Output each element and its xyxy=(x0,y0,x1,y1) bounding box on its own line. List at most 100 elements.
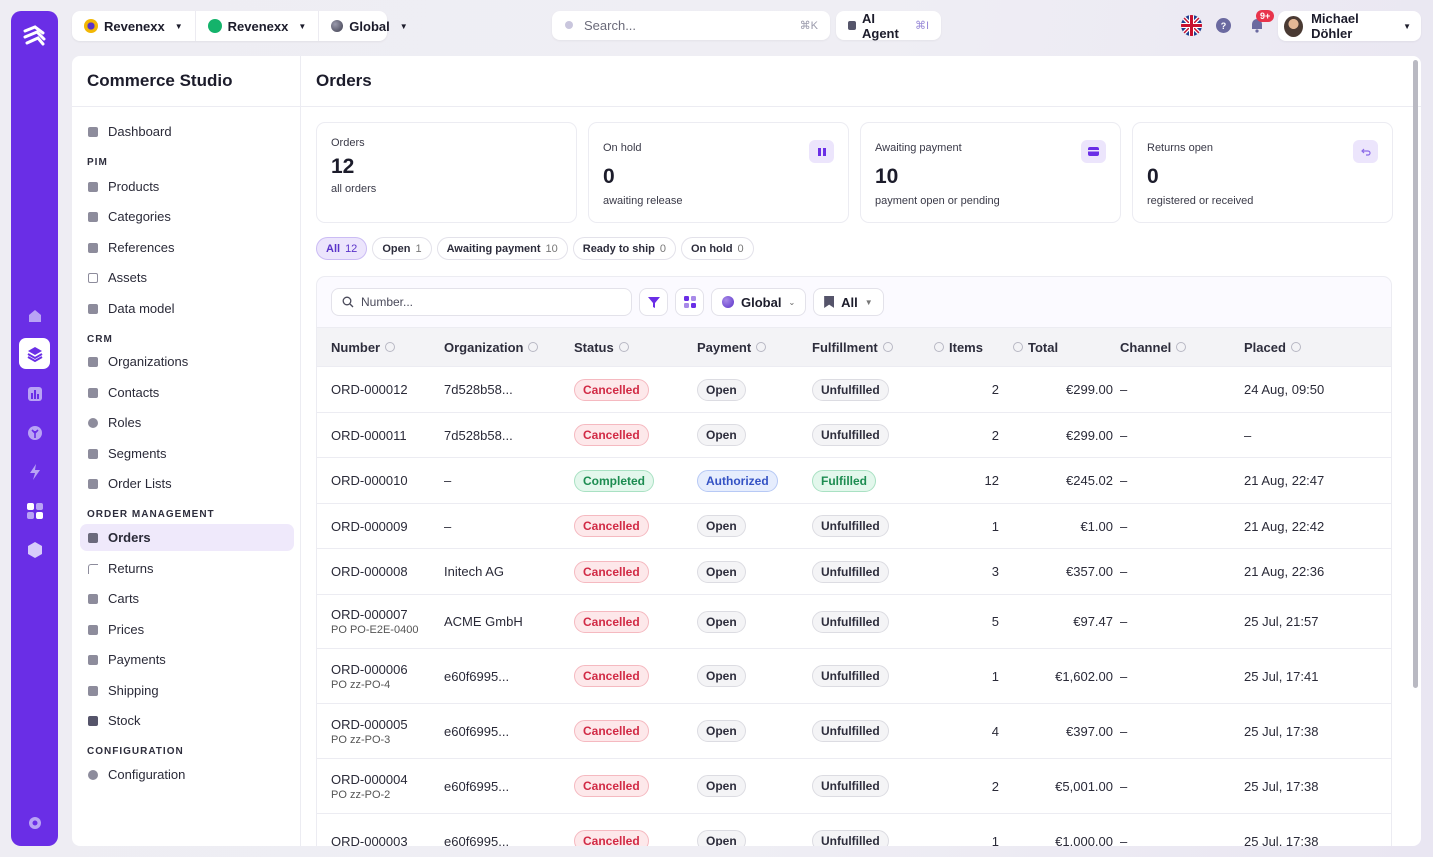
order-number-cell[interactable]: ORD-000012 xyxy=(331,367,441,412)
sidebar-item-orders[interactable]: Orders xyxy=(80,524,294,551)
filter-button[interactable] xyxy=(639,288,668,316)
sidebar-item-organizations[interactable]: Organizations xyxy=(80,348,294,375)
table-row[interactable]: ORD-000012 7d528b58... Cancelled Open Unfulf… xyxy=(317,367,1391,413)
tag-icon xyxy=(88,624,98,635)
uk-flag-icon[interactable] xyxy=(1181,15,1202,36)
help-icon[interactable]: ? xyxy=(1216,18,1231,33)
organization-cell: e60f6995... xyxy=(444,833,510,847)
column-header-payment[interactable]: Payment xyxy=(697,328,767,366)
column-header-total[interactable]: Total xyxy=(1013,328,1058,366)
tab-all[interactable]: All 12 xyxy=(316,237,368,260)
table-row[interactable]: ORD-000011 7d528b58... Cancelled Open Unfulf… xyxy=(317,413,1391,458)
lightning-icon[interactable] xyxy=(23,460,46,483)
channel-cell: – xyxy=(1120,723,1128,739)
order-number: ORD-000003 xyxy=(331,833,408,847)
items-cell: 2 xyxy=(991,382,999,397)
tab-label: Ready to ship xyxy=(582,242,655,255)
sidebar-item-stock[interactable]: Stock xyxy=(80,707,294,734)
settings-gear-icon[interactable] xyxy=(23,811,46,834)
order-number-cell[interactable]: ORD-000010 xyxy=(331,458,441,503)
table-row[interactable]: ORD-000004 PO zz-PO-2 e60f6995... Cancelled… xyxy=(317,759,1391,814)
sidebar-item-shipping[interactable]: Shipping xyxy=(80,677,294,704)
column-header-organization[interactable]: Organization xyxy=(444,328,539,366)
column-header-number[interactable]: Number xyxy=(331,328,396,366)
ai-agent-button[interactable]: AI Agent ⌘I xyxy=(836,11,941,41)
store-selector[interactable]: Revenexx ▼ xyxy=(196,11,320,41)
sidebar-item-carts[interactable]: Carts xyxy=(80,585,294,612)
tab-ready-to-ship[interactable]: Ready to ship 0 xyxy=(572,237,676,260)
order-number-cell[interactable]: ORD-000005 PO zz-PO-3 xyxy=(331,704,441,758)
region-selector[interactable]: Global ▼ xyxy=(319,11,419,41)
sidebar-item-dashboard[interactable]: Dashboard xyxy=(80,118,294,145)
stat-value: 0 xyxy=(603,165,615,188)
status-cell: Cancelled xyxy=(574,814,694,846)
table-row[interactable]: ORD-000003 e60f6995... Cancelled Open Unfulf… xyxy=(317,814,1391,846)
order-number-cell[interactable]: ORD-000008 xyxy=(331,549,441,594)
sidebar-item-order-lists[interactable]: Order Lists xyxy=(80,470,294,497)
column-header-channel[interactable]: Channel xyxy=(1120,328,1187,366)
column-header-placed[interactable]: Placed xyxy=(1244,328,1301,366)
sidebar-item-label: Returns xyxy=(108,561,154,576)
sidebar-item-configuration[interactable]: Configuration xyxy=(80,761,294,788)
order-number-cell[interactable]: ORD-000009 xyxy=(331,504,441,548)
plant-icon[interactable] xyxy=(23,421,46,444)
order-number-cell[interactable]: ORD-000003 xyxy=(331,814,441,847)
globe-icon xyxy=(331,20,344,32)
info-icon xyxy=(882,342,893,352)
table-row[interactable]: ORD-000010 – Completed Authorized Fulfilled 1… xyxy=(317,458,1391,504)
sidebar-item-label: Order Lists xyxy=(108,476,172,491)
sidebar-item-label: Carts xyxy=(108,591,140,606)
user-menu[interactable]: Michael Döhler ▼ xyxy=(1278,11,1421,41)
column-header-status[interactable]: Status xyxy=(574,328,629,366)
sidebar-item-roles[interactable]: Roles xyxy=(80,409,294,436)
table-row[interactable]: ORD-000007 PO PO-E2E-0400 ACME GmbH Cancell… xyxy=(317,595,1391,649)
payment-badge: Authorized xyxy=(697,469,778,492)
tab-open[interactable]: Open 1 xyxy=(372,237,432,260)
chart-icon[interactable] xyxy=(23,382,46,405)
global-search[interactable]: Search... ⌘K xyxy=(552,11,830,40)
sidebar-item-contacts[interactable]: Contacts xyxy=(80,379,294,406)
order-number: ORD-000005 xyxy=(331,716,408,732)
column-header-fulfillment[interactable]: Fulfillment xyxy=(812,328,893,366)
total-cell: €245.02 xyxy=(1066,473,1113,488)
sidebar-item-categories[interactable]: Categories xyxy=(80,203,294,230)
tab-on-hold[interactable]: On hold 0 xyxy=(681,237,754,260)
sidebar-item-returns[interactable]: Returns xyxy=(80,555,294,582)
order-number-cell[interactable]: ORD-000007 PO PO-E2E-0400 xyxy=(331,595,441,648)
list-select[interactable]: All ▼ xyxy=(813,288,884,316)
sidebar-item-payments[interactable]: Payments xyxy=(80,646,294,673)
order-number-cell[interactable]: ORD-000004 PO zz-PO-2 xyxy=(331,759,441,813)
payment-cell: Open xyxy=(697,704,807,758)
scope-select[interactable]: Global ⌄ xyxy=(711,288,807,316)
sidebar-item-references[interactable]: References xyxy=(80,234,294,261)
table-row[interactable]: ORD-000009 – Cancelled Open Unfulfilled 1 €1.0… xyxy=(317,504,1391,549)
stat-card-returns-open: Returns open 0 registered or received xyxy=(1132,122,1393,223)
total-cell: €5,001.00 xyxy=(1055,778,1113,794)
app-logo-icon[interactable] xyxy=(21,23,48,50)
table-row[interactable]: ORD-000008 Initech AG Cancelled Open Unfulfi… xyxy=(317,549,1391,595)
layers-icon[interactable] xyxy=(19,338,50,369)
sidebar-item-prices[interactable]: Prices xyxy=(80,616,294,643)
column-header-items[interactable]: Items xyxy=(934,328,983,366)
apps-grid-icon[interactable] xyxy=(23,499,46,522)
table-row[interactable]: ORD-000005 PO zz-PO-3 e60f6995... Cancelled… xyxy=(317,704,1391,759)
sidebar-item-products[interactable]: Products xyxy=(80,173,294,200)
scrollbar[interactable] xyxy=(1413,60,1418,688)
sidebar-item-segments[interactable]: Segments xyxy=(80,440,294,467)
home-icon[interactable] xyxy=(23,304,46,327)
number-search-input[interactable]: Number... xyxy=(331,288,632,316)
tenant-selector[interactable]: Revenexx ▼ xyxy=(72,11,196,41)
sidebar-item-assets[interactable]: Assets xyxy=(80,264,294,291)
cube-icon[interactable] xyxy=(23,538,46,561)
order-number-cell[interactable]: ORD-000011 xyxy=(331,413,441,457)
sidebar-item-label: Categories xyxy=(108,209,171,224)
info-icon xyxy=(756,342,767,352)
tab-awaiting-payment[interactable]: Awaiting payment 10 xyxy=(436,237,568,260)
view-toggle-button[interactable] xyxy=(675,288,704,316)
order-number-cell[interactable]: ORD-000006 PO zz-PO-4 xyxy=(331,649,441,703)
sidebar-item-label: Orders xyxy=(108,530,151,545)
sidebar-item-data-model[interactable]: Data model xyxy=(80,295,294,322)
channel-cell: – xyxy=(1120,833,1128,847)
payment-cell: Open xyxy=(697,413,807,457)
table-row[interactable]: ORD-000006 PO zz-PO-4 e60f6995... Cancelled… xyxy=(317,649,1391,704)
